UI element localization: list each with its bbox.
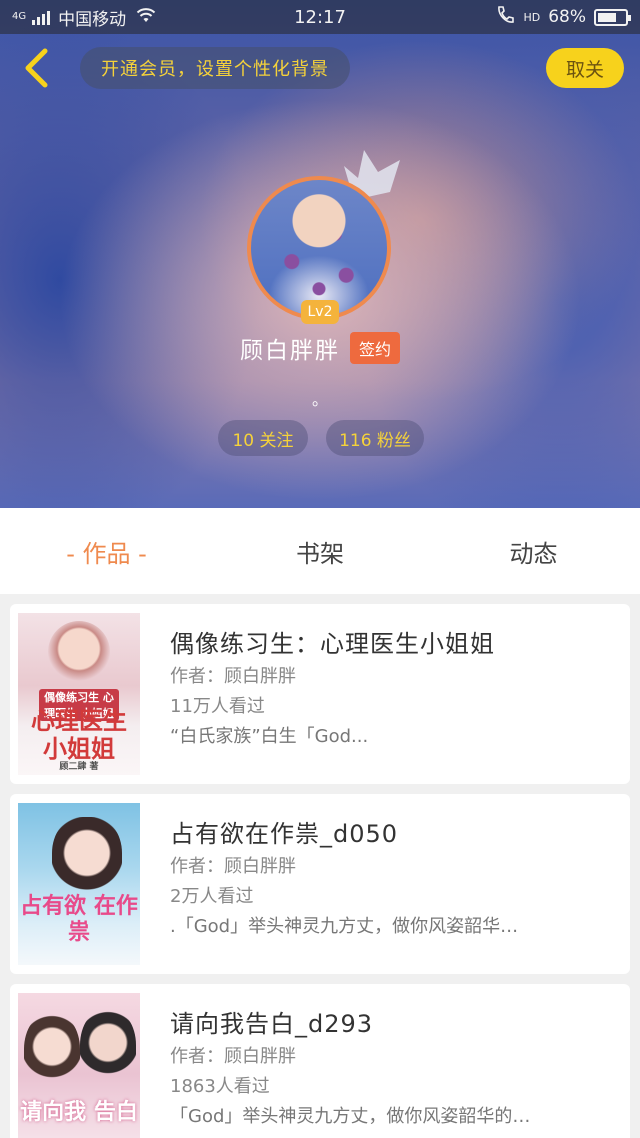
avatar[interactable] [247, 176, 391, 320]
tab-bookshelf[interactable]: 书架 [213, 508, 427, 594]
following-count-button[interactable]: 10 关注 [218, 420, 308, 456]
profile-tabs: - 作品 - 书架 动态 [0, 508, 640, 594]
book-cover[interactable]: 偶像练习生 心理医生 小姐姐 心理医生 小姐姐 顾二肆 著 [18, 613, 140, 775]
work-card[interactable]: 占有欲 在作祟 占有欲在作祟_d050 作者：顾白胖胖 2万人看过 .「God」… [10, 794, 630, 974]
work-description: 「God」举头神灵九方丈，做你风姿韶华的… [170, 1106, 531, 1127]
network-type: 4G [12, 11, 27, 22]
chevron-left-icon [25, 48, 48, 88]
work-author: 作者：顾白胖胖 [170, 856, 296, 877]
work-views: 1863人看过 [170, 1076, 270, 1097]
profile-header: 4G 中国移动 12:17 HD 68% 开通会员，设置个性化背景 取关 Lv2 [0, 0, 640, 508]
username: 顾白胖胖 [239, 338, 340, 364]
work-views: 11万人看过 [170, 696, 265, 717]
call-icon [495, 5, 515, 30]
book-cover-title: 请向我 告白 [20, 1099, 138, 1125]
work-views: 2万人看过 [170, 886, 254, 907]
carrier-name: 中国移动 [58, 9, 127, 30]
work-author: 作者：顾白胖胖 [170, 666, 296, 687]
avatar-wrap[interactable] [247, 176, 391, 320]
work-title[interactable]: 偶像练习生：心理医生小姐姐 [170, 624, 495, 659]
level-badge: Lv2 [301, 300, 339, 324]
hd-indicator: HD [523, 10, 541, 24]
work-description: .「God」举头神灵九方丈，做你风姿韶华… [170, 916, 519, 937]
status-bar: 4G 中国移动 12:17 HD 68% [0, 0, 640, 34]
tab-activity[interactable]: 动态 [427, 508, 640, 594]
back-button[interactable] [16, 46, 56, 90]
unfollow-button[interactable]: 取关 [546, 48, 624, 88]
book-cover-title: 占有欲 在作祟 [20, 893, 138, 945]
book-cover-author: 顾二肆 著 [59, 762, 99, 772]
user-signature: 。 [311, 390, 328, 409]
book-cover[interactable]: 占有欲 在作祟 [18, 803, 140, 965]
book-cover[interactable]: 请向我 告白 [18, 993, 140, 1138]
tab-works[interactable]: - 作品 - [0, 508, 213, 594]
cover-art-lettering: 心理医生 小姐姐 [31, 706, 127, 763]
signal-icon [32, 9, 51, 25]
work-description: “白氏家族”白生「God... [170, 726, 369, 747]
signed-author-badge: 签约 [349, 332, 400, 364]
work-card[interactable]: 请向我 告白 请向我告白_d293 作者：顾白胖胖 1863人看过 「God」举… [10, 984, 630, 1138]
battery-percent: 68% [548, 7, 586, 27]
vip-upgrade-banner[interactable]: 开通会员，设置个性化背景 [80, 47, 350, 89]
work-title[interactable]: 占有欲在作祟_d050 [170, 814, 398, 849]
work-card[interactable]: 偶像练习生 心理医生 小姐姐 心理医生 小姐姐 顾二肆 著 偶像练习生：心理医生小… [10, 604, 630, 784]
work-title[interactable]: 请向我告白_d293 [170, 1004, 373, 1039]
work-author: 作者：顾白胖胖 [170, 1046, 296, 1067]
wifi-icon [136, 7, 156, 27]
battery-icon [594, 8, 631, 26]
followers-count-button[interactable]: 116 粉丝 [326, 420, 424, 456]
